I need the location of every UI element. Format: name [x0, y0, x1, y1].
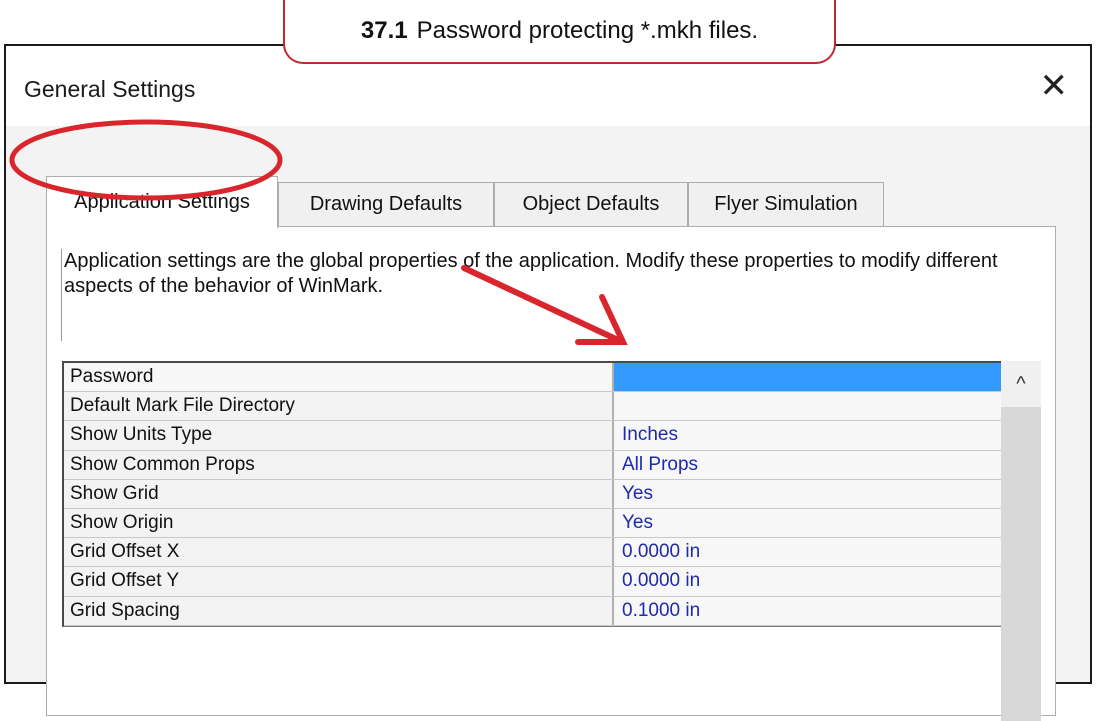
- property-name: Show Origin: [64, 508, 614, 538]
- table-row[interactable]: Grid Spacing 0.1000 in: [64, 596, 1001, 626]
- property-value[interactable]: All Props: [614, 450, 1001, 479]
- table-row[interactable]: Show Units Type Inches: [64, 421, 1001, 451]
- property-value[interactable]: 0.0000 in: [614, 567, 1001, 596]
- vertical-scrollbar[interactable]: ^: [1001, 361, 1041, 721]
- application-settings-panel: Application settings are the global prop…: [46, 226, 1056, 721]
- tab-drawing-defaults[interactable]: Drawing Defaults: [278, 182, 494, 226]
- property-name: Password: [64, 363, 614, 392]
- table-row[interactable]: Show Origin Yes: [64, 508, 1001, 539]
- table-row[interactable]: Default Mark File Directory: [64, 392, 1001, 422]
- property-value[interactable]: Yes: [614, 479, 1001, 508]
- property-name: Show Common Props: [64, 450, 614, 479]
- table-row[interactable]: Grid Offset X 0.0000 in: [64, 538, 1001, 568]
- property-name: Show Grid: [64, 479, 614, 508]
- description-text: Application settings are the global prop…: [61, 249, 1040, 341]
- property-value[interactable]: 0.1000 in: [614, 596, 1001, 625]
- property-name: Show Units Type: [64, 421, 614, 450]
- tab-object-defaults[interactable]: Object Defaults: [494, 182, 688, 226]
- property-name: Default Mark File Directory: [64, 392, 614, 421]
- description-label: Application settings are the global prop…: [64, 250, 998, 297]
- dialog-title: General Settings: [24, 76, 196, 102]
- caption-text: Password protecting *.mkh files.: [416, 17, 759, 44]
- table-row[interactable]: Password: [64, 363, 1001, 393]
- property-grid[interactable]: Password Default Mark File Directory Sho…: [62, 361, 1002, 627]
- property-value[interactable]: Inches: [614, 421, 1001, 450]
- property-name: Grid Offset X: [64, 538, 614, 567]
- table-row[interactable]: Show Common Props All Props: [64, 450, 1001, 480]
- close-icon[interactable]: ✕: [1040, 66, 1069, 106]
- general-settings-dialog: General Settings ✕ Application Settings …: [4, 44, 1092, 721]
- table-row[interactable]: Grid Offset Y 0.0000 in: [64, 567, 1001, 597]
- property-value[interactable]: 0.0000 in: [614, 538, 1001, 567]
- chevron-up-icon[interactable]: ^: [1001, 361, 1041, 407]
- property-value[interactable]: Yes: [614, 508, 1001, 538]
- tab-flyer-simulation[interactable]: Flyer Simulation: [688, 182, 884, 226]
- property-value[interactable]: [614, 392, 1001, 421]
- tab-application-settings[interactable]: Application Settings: [46, 176, 278, 228]
- property-name: Grid Spacing: [64, 596, 614, 625]
- password-field[interactable]: [614, 363, 1001, 392]
- caption-number: 37.1: [360, 17, 408, 44]
- table-row[interactable]: Show Grid Yes: [64, 479, 1001, 509]
- property-name: Grid Offset Y: [64, 567, 614, 596]
- figure-caption: 37.1 Password protecting *.mkh files.: [283, 0, 836, 64]
